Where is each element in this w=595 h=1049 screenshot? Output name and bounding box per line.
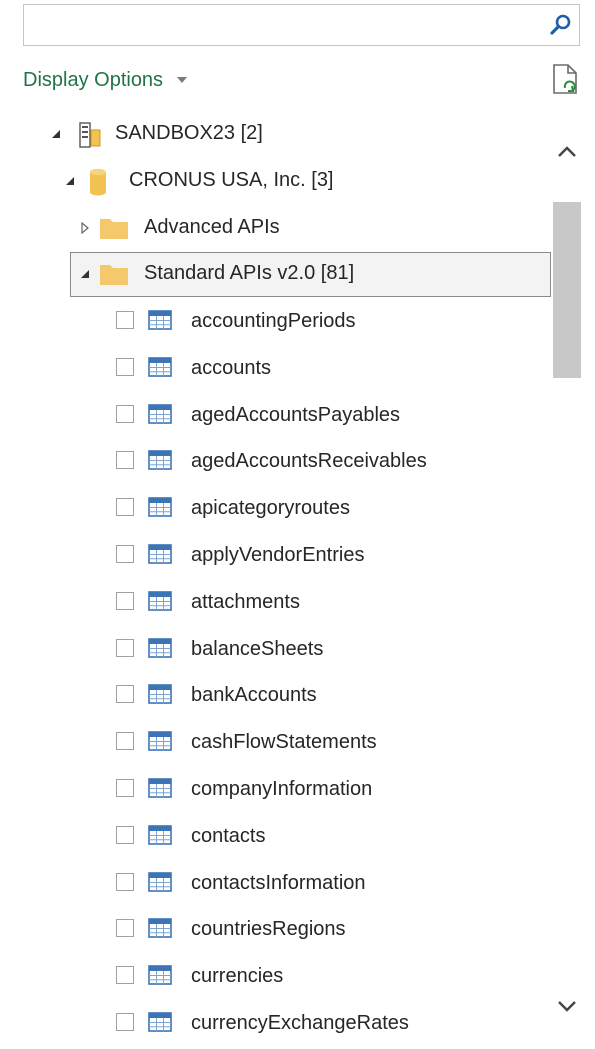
- server-label: SANDBOX23 [2]: [115, 122, 263, 144]
- table-row[interactable]: countriesRegions: [0, 908, 552, 954]
- table-label: contacts: [191, 824, 266, 847]
- table-row[interactable]: apicategoryroutes: [0, 487, 552, 533]
- table-row[interactable]: cashFlowStatements: [0, 721, 552, 767]
- folder-label: Advanced APIs: [144, 216, 280, 238]
- table-label: currencyExchangeRates: [191, 1012, 409, 1034]
- table-icon: [148, 637, 172, 658]
- table-icon: [148, 731, 172, 751]
- expanded-triangle-icon[interactable]: [64, 175, 76, 187]
- table-label: agedAccountsPayables: [191, 403, 401, 426]
- table-row[interactable]: currencies: [0, 955, 552, 1001]
- table-row[interactable]: applyVendorEntries: [0, 534, 552, 580]
- chevron-down-icon[interactable]: [555, 996, 579, 1016]
- collapsed-triangle-icon[interactable]: [79, 222, 91, 234]
- table-checkbox[interactable]: [116, 311, 134, 329]
- table-label: apicategoryroutes: [191, 497, 350, 520]
- table-label: companyInformation: [191, 778, 373, 800]
- table-checkbox[interactable]: [116, 872, 134, 891]
- search-icon[interactable]: [549, 13, 573, 37]
- table-icon: [148, 684, 172, 705]
- table-row[interactable]: accounts: [0, 347, 552, 393]
- expanded-triangle-icon[interactable]: [50, 128, 62, 140]
- table-row[interactable]: accountingPeriods: [0, 300, 552, 346]
- table-row[interactable]: agedAccountsPayables: [0, 394, 552, 440]
- server-icon: [79, 122, 101, 148]
- table-checkbox[interactable]: [116, 779, 134, 797]
- expanded-triangle-icon[interactable]: [79, 268, 91, 280]
- table-icon: [148, 965, 172, 985]
- table-icon: [148, 450, 172, 471]
- chevron-up-icon[interactable]: [555, 142, 579, 162]
- table-checkbox[interactable]: [116, 404, 134, 423]
- table-checkbox[interactable]: [116, 685, 134, 704]
- table-row[interactable]: attachments: [0, 581, 552, 627]
- table-icon: [148, 590, 172, 611]
- refresh-document-icon[interactable]: [551, 64, 579, 96]
- table-checkbox[interactable]: [116, 591, 134, 610]
- table-label: balanceSheets: [191, 637, 324, 660]
- search-input[interactable]: [30, 11, 544, 41]
- table-icon: [148, 918, 172, 939]
- table-icon: [148, 824, 172, 845]
- company-label: CRONUS USA, Inc. [3]: [129, 169, 334, 191]
- table-label: accountingPeriods: [191, 310, 356, 332]
- table-label: agedAccountsReceivables: [191, 450, 427, 473]
- table-label: attachments: [191, 590, 300, 613]
- table-label: cashFlowStatements: [191, 731, 377, 754]
- tree-node-company[interactable]: CRONUS USA, Inc. [3]: [0, 159, 552, 205]
- table-icon: [148, 310, 172, 330]
- database-icon: [90, 168, 106, 196]
- table-checkbox[interactable]: [116, 732, 134, 751]
- table-checkbox[interactable]: [116, 638, 134, 657]
- folder-label: Standard APIs v2.0 [81]: [144, 262, 355, 284]
- table-label: currencies: [191, 965, 284, 988]
- table-checkbox[interactable]: [116, 825, 134, 844]
- table-icon: [148, 497, 172, 517]
- table-label: contactsInformation: [191, 871, 366, 894]
- table-icon: [148, 778, 172, 798]
- table-icon: [148, 403, 172, 424]
- table-label: accounts: [191, 356, 272, 379]
- table-row[interactable]: balanceSheets: [0, 628, 552, 674]
- table-checkbox[interactable]: [116, 966, 134, 985]
- search-box[interactable]: [23, 4, 580, 46]
- vertical-scrollbar[interactable]: [552, 110, 582, 1049]
- tree-node-folder[interactable]: Advanced APIs: [0, 206, 552, 252]
- table-row[interactable]: agedAccountsReceivables: [0, 440, 552, 486]
- table-checkbox[interactable]: [116, 357, 134, 376]
- folder-icon: [100, 219, 128, 239]
- table-icon: [148, 544, 172, 564]
- table-row[interactable]: contactsInformation: [0, 862, 552, 908]
- table-checkbox[interactable]: [116, 1013, 134, 1031]
- display-options-dropdown[interactable]: Display Options: [23, 66, 188, 94]
- table-row[interactable]: bankAccounts: [0, 674, 552, 720]
- table-icon: [148, 871, 172, 892]
- table-row[interactable]: companyInformation: [0, 768, 552, 814]
- table-checkbox[interactable]: [116, 498, 134, 517]
- table-icon: [148, 356, 172, 377]
- table-label: countriesRegions: [191, 918, 346, 941]
- chevron-down-icon: [177, 77, 188, 83]
- table-icon: [148, 1012, 172, 1032]
- tree-node-folder-selected[interactable]: Standard APIs v2.0 [81]: [0, 252, 552, 298]
- tree-node-server[interactable]: SANDBOX23 [2]: [0, 112, 552, 158]
- table-row[interactable]: contacts: [0, 815, 552, 861]
- table-label: applyVendorEntries: [191, 544, 365, 566]
- display-options-label: Display Options: [23, 68, 164, 91]
- table-checkbox[interactable]: [116, 451, 134, 470]
- table-checkbox[interactable]: [116, 919, 134, 938]
- table-checkbox[interactable]: [116, 545, 134, 563]
- table-label: bankAccounts: [191, 684, 317, 707]
- scrollbar-thumb[interactable]: [553, 202, 581, 378]
- folder-icon: [100, 265, 128, 285]
- table-row[interactable]: currencyExchangeRates: [0, 1002, 552, 1048]
